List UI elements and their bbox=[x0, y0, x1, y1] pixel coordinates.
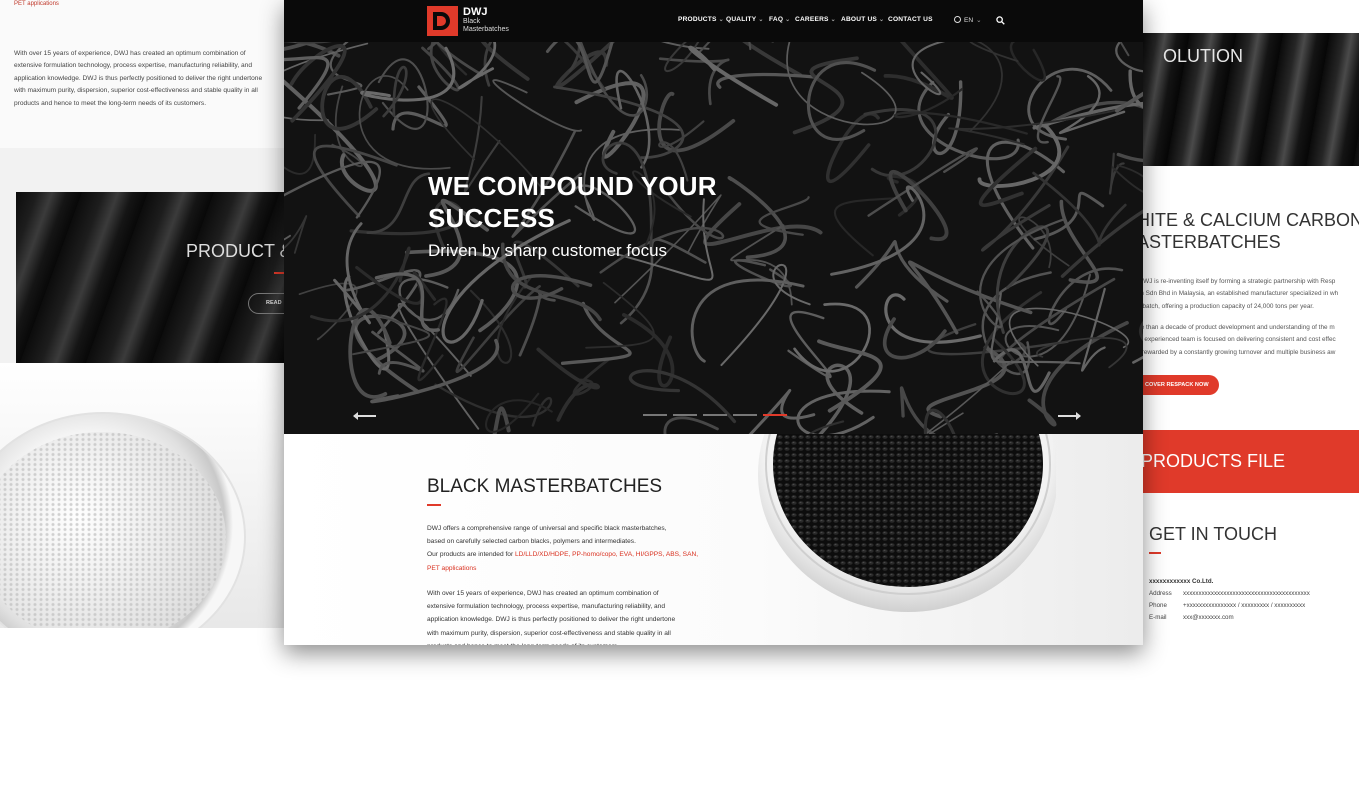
p1-line-1: DWJ offers a comprehensive range of univ… bbox=[427, 525, 667, 532]
section-title-accent-line bbox=[427, 504, 441, 506]
right-paragraph-1: , DWJ is re-inventing itself by forming … bbox=[1143, 278, 1339, 310]
hero-title: WE COMPOUND YOUR SUCCESS bbox=[428, 171, 717, 233]
nav-item-label: ABOUT US bbox=[841, 16, 878, 23]
read-more-button[interactable]: READ bbox=[248, 293, 284, 314]
section-title: BLACK MASTERBATCHES bbox=[427, 476, 663, 497]
nav-item-label: PRODUCTS bbox=[678, 16, 717, 23]
nav-item-careers[interactable]: CAREERS ⌄ bbox=[795, 16, 841, 23]
company-name: xxxxxxxxxxxx Co.Ltd. bbox=[1149, 578, 1214, 585]
nav-item-label: QUALITY bbox=[726, 16, 757, 23]
chevron-down-icon: ⌄ bbox=[830, 17, 836, 23]
get-in-touch-title: GET IN TOUCH bbox=[1149, 524, 1278, 544]
logo-text[interactable]: DWJ Black Masterbatches bbox=[463, 7, 509, 34]
search-icon[interactable] bbox=[996, 16, 1005, 25]
nav-item-quality[interactable]: QUALITY ⌄ bbox=[726, 16, 769, 23]
slider-dot[interactable] bbox=[673, 414, 697, 416]
top-navigation-bar: DWJ Black Masterbatches PRODUCTS ⌄ QUALIT… bbox=[284, 0, 1143, 42]
main-website-screen: DWJ Black Masterbatches PRODUCTS ⌄ QUALIT… bbox=[284, 0, 1143, 645]
contact-row-email: E-mail xxx@xxxxxxx.com bbox=[1149, 614, 1234, 621]
slider-pagination bbox=[643, 414, 787, 416]
nav-item-faq[interactable]: FAQ ⌄ bbox=[769, 16, 795, 23]
chevron-down-icon: ⌄ bbox=[976, 17, 982, 24]
right-preview-panel: OLUTION HITE & CALCIUM CARBON ASTERBATCH… bbox=[1143, 0, 1359, 640]
products-file-banner[interactable]: PRODUCTS FILE bbox=[1143, 430, 1359, 493]
language-label: EN bbox=[964, 17, 974, 24]
left-banner-title: PRODUCT & bbox=[186, 241, 284, 261]
arrow-left-icon[interactable] bbox=[353, 412, 376, 420]
slider-dot[interactable] bbox=[733, 414, 757, 416]
contact-label: E-mail bbox=[1149, 614, 1167, 621]
nav-item-about-us[interactable]: ABOUT US ⌄ bbox=[841, 16, 888, 23]
contact-value[interactable]: xxx@xxxxxxx.com bbox=[1183, 614, 1234, 621]
language-selector[interactable]: EN ⌄ bbox=[954, 16, 982, 24]
slider-dot-active[interactable] bbox=[763, 414, 787, 416]
products-file-label: PRODUCTS FILE bbox=[1143, 451, 1286, 471]
hero-slider: WE COMPOUND YOUR SUCCESS Driven by sharp… bbox=[284, 42, 1143, 434]
slider-dot[interactable] bbox=[643, 414, 667, 416]
contact-row-phone: Phone +xxxxxxxxxxxxxxxx / xxxxxxxxx / xxx… bbox=[1149, 602, 1305, 609]
nav-menu: PRODUCTS ⌄ QUALITY ⌄ FAQ ⌄ CAREERS ⌄ ABOUT U… bbox=[678, 16, 933, 23]
applications-link[interactable]: LD/LLD/XD/HDPE, PP-homo/copo, EVA, HI/GP… bbox=[515, 551, 698, 558]
p1-line-3-prefix: Our products are intended for bbox=[427, 551, 515, 559]
hero-subtitle: Driven by sharp customer focus bbox=[428, 241, 668, 260]
black-pellets-bowl-image bbox=[758, 434, 1056, 612]
contact-value: +xxxxxxxxxxxxxxxx / xxxxxxxxx / xxxxxxxx… bbox=[1183, 602, 1306, 609]
nav-item-contact-us[interactable]: CONTACT US bbox=[888, 16, 933, 23]
contact-label: Address bbox=[1149, 590, 1172, 597]
chevron-down-icon: ⌄ bbox=[879, 17, 885, 23]
contact-label: Phone bbox=[1149, 602, 1167, 609]
globe-icon bbox=[954, 16, 961, 23]
logo-sub-1: Black bbox=[463, 18, 481, 25]
nav-item-label: FAQ bbox=[769, 16, 784, 23]
discover-respack-button[interactable]: COVER RESPACK NOW bbox=[1143, 375, 1219, 395]
logo-brand: DWJ bbox=[463, 6, 488, 18]
nav-item-label: CONTACT US bbox=[888, 16, 933, 23]
right-section-title: HITE & CALCIUM CARBON ASTERBATCHES bbox=[1143, 210, 1359, 252]
right-banner-title: OLUTION bbox=[1163, 46, 1244, 66]
left-banner-accent-line bbox=[274, 272, 284, 274]
nav-item-label: CAREERS bbox=[795, 16, 829, 23]
left-preview-panel: PET applications With over 15 years of e… bbox=[0, 0, 284, 628]
black-cords-background-image bbox=[284, 42, 1143, 434]
arrow-right-icon[interactable] bbox=[1058, 412, 1081, 420]
nav-item-products[interactable]: PRODUCTS ⌄ bbox=[678, 16, 726, 23]
get-in-touch-accent-line bbox=[1149, 552, 1161, 554]
chevron-down-icon: ⌄ bbox=[718, 17, 724, 23]
left-paragraph: With over 15 years of experience, DWJ ha… bbox=[14, 50, 263, 107]
left-text-section: PET applications With over 15 years of e… bbox=[0, 0, 284, 148]
chevron-down-icon: ⌄ bbox=[785, 17, 791, 23]
dwj-logo-icon[interactable] bbox=[427, 6, 458, 36]
right-paragraph-2: ore than a decade of product development… bbox=[1143, 324, 1336, 356]
slider-dot[interactable] bbox=[703, 414, 727, 416]
chevron-down-icon: ⌄ bbox=[758, 17, 764, 23]
section-paragraph-1: DWJ offers a comprehensive range of univ… bbox=[427, 522, 727, 575]
contact-row-address: Address xxxxxxxxxxxxxxxxxxxxxxxxxxxxxxxxx… bbox=[1149, 590, 1310, 597]
pet-applications-link[interactable]: PET applications bbox=[427, 565, 476, 572]
black-masterbatches-section: BLACK MASTERBATCHES DWJ offers a compreh… bbox=[284, 434, 1143, 645]
p1-line-2: based on carefully selected carbon black… bbox=[427, 538, 636, 546]
contact-value: xxxxxxxxxxxxxxxxxxxxxxxxxxxxxxxxxxxxxxxx… bbox=[1183, 590, 1310, 597]
left-pre-text: PET applications bbox=[14, 1, 59, 7]
left-banner: PRODUCT & READ bbox=[16, 192, 284, 363]
right-banner: OLUTION bbox=[1143, 33, 1359, 166]
section-paragraph-2: With over 15 years of experience, DWJ ha… bbox=[427, 590, 676, 645]
logo-sub-2: Masterbatches bbox=[463, 26, 509, 33]
